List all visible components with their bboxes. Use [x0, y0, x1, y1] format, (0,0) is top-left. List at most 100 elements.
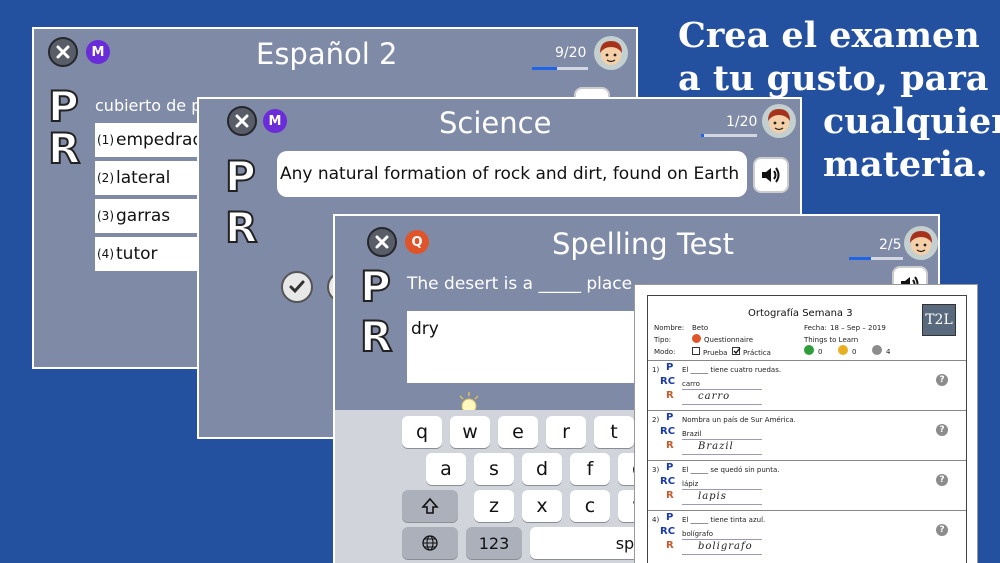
question-counter: 1/20: [726, 114, 758, 130]
key-e[interactable]: e: [498, 416, 538, 448]
item-line: [682, 454, 762, 455]
fecha-value: 18 – Sep – 2019: [830, 324, 886, 332]
mode-badge: M: [263, 109, 287, 133]
item-handwritten-answer: Brazil: [698, 441, 734, 452]
tipo-value: Questionnaire: [704, 336, 754, 344]
option-3[interactable]: (3) garras: [95, 199, 205, 233]
close-button[interactable]: [48, 37, 78, 67]
option-2[interactable]: (2) lateral: [95, 161, 205, 195]
printed-report-sheet: Ortografía Semana 3 T2L Nombre: Beto Fec…: [634, 284, 978, 563]
mode-badge: M: [86, 40, 110, 64]
item-p-label: P: [666, 362, 674, 373]
avatar[interactable]: [762, 104, 796, 138]
option-text: empedrad: [116, 130, 204, 150]
key-f[interactable]: f: [570, 453, 610, 485]
shift-key[interactable]: [402, 490, 458, 522]
item-r-label: R: [666, 440, 674, 451]
item-handwritten-answer: boligrafo: [698, 541, 753, 552]
option-text: lateral: [116, 168, 171, 188]
hint-lightbulb-icon[interactable]: [455, 390, 483, 414]
answer-input[interactable]: dry: [407, 311, 647, 383]
avatar[interactable]: [904, 226, 938, 260]
question-text: Any natural formation of rock and dirt, …: [277, 151, 747, 197]
key-t[interactable]: t: [594, 416, 634, 448]
item-p-label: P: [666, 512, 674, 523]
key-w[interactable]: w: [450, 416, 490, 448]
key-q[interactable]: q: [402, 416, 442, 448]
item-number: 4): [652, 516, 660, 524]
question-counter: 9/20: [555, 45, 587, 61]
speaker-button[interactable]: [753, 157, 789, 193]
item-question: Nombra un país de Sur América.: [682, 416, 796, 424]
avatar[interactable]: [594, 36, 628, 70]
item-line: [682, 554, 762, 555]
space-key[interactable]: spa: [530, 527, 650, 559]
nombre-value: Beto: [692, 324, 709, 332]
headline-line-1: Crea el examen: [678, 15, 980, 56]
headline-line-4: materia.: [823, 144, 988, 185]
item-line: [682, 389, 762, 390]
item-divider: [648, 410, 966, 411]
close-icon: [56, 45, 70, 59]
item-p-label: P: [666, 462, 674, 473]
item-handwritten-answer: lapis: [698, 491, 727, 502]
option-number: (2): [97, 171, 114, 185]
item-rc-label: RC: [660, 376, 676, 387]
question-label: P: [359, 262, 392, 311]
student-avatar-icon: [910, 231, 932, 255]
item-line: [682, 489, 762, 490]
help-icon: ?: [936, 524, 948, 536]
item-number: 1): [652, 366, 660, 374]
item-divider: [648, 510, 966, 511]
student-avatar-icon: [768, 109, 790, 133]
option-number: (3): [97, 209, 114, 223]
correct-icon: [804, 345, 814, 355]
key-d[interactable]: d: [522, 453, 562, 485]
tipo-label: Tipo:: [654, 336, 672, 344]
partial-icon: [838, 345, 848, 355]
item-p-label: P: [666, 412, 674, 423]
numbers-key[interactable]: 123: [466, 527, 522, 559]
key-s[interactable]: s: [474, 453, 514, 485]
modo-label: Modo:: [654, 348, 676, 356]
question-text: The desert is a _____ place.: [407, 274, 638, 294]
mode-badge: Q: [405, 230, 429, 254]
item-correct-answer: Brazil: [682, 430, 702, 438]
item-question: El _____ se quedó sin punta.: [682, 466, 780, 474]
help-icon: ?: [936, 424, 948, 436]
answer-label: R: [359, 312, 393, 361]
option-1[interactable]: (1) empedrad: [95, 123, 205, 157]
close-icon: [375, 235, 389, 249]
close-button[interactable]: [367, 227, 397, 257]
question-counter: 2/5: [879, 237, 902, 253]
things-label: Things to Learn: [804, 336, 859, 344]
option-4[interactable]: (4) tutor: [95, 237, 205, 271]
item-rc-label: RC: [660, 476, 676, 487]
progress-bar: [701, 134, 757, 137]
key-r[interactable]: r: [546, 416, 586, 448]
key-c[interactable]: c: [570, 490, 610, 522]
progress-bar: [532, 67, 588, 70]
item-line: [682, 504, 762, 505]
key-a[interactable]: a: [426, 453, 466, 485]
quiz-title: Spelling Test: [552, 227, 734, 261]
report-frame: Ortografía Semana 3 T2L Nombre: Beto Fec…: [647, 295, 967, 563]
partial-count: 0: [852, 348, 857, 356]
progress-bar: [849, 257, 903, 260]
key-x[interactable]: x: [522, 490, 562, 522]
answer-label: R: [47, 124, 81, 173]
option-text: tutor: [116, 244, 158, 264]
prueba-label: Prueba: [703, 349, 728, 357]
item-question: El _____ tiene cuatro ruedas.: [682, 366, 782, 374]
header-divider: [648, 360, 966, 361]
nombre-label: Nombre:: [654, 324, 685, 332]
item-r-label: R: [666, 390, 674, 401]
close-button[interactable]: [227, 106, 257, 136]
fecha-label: Fecha:: [804, 324, 827, 332]
option-number: (1): [97, 133, 114, 147]
speaker-icon: [762, 167, 780, 183]
question-text-content: Any natural formation of rock and dirt, …: [280, 164, 740, 184]
globe-key[interactable]: [402, 527, 458, 559]
key-z[interactable]: z: [474, 490, 514, 522]
check-button[interactable]: [281, 271, 313, 303]
